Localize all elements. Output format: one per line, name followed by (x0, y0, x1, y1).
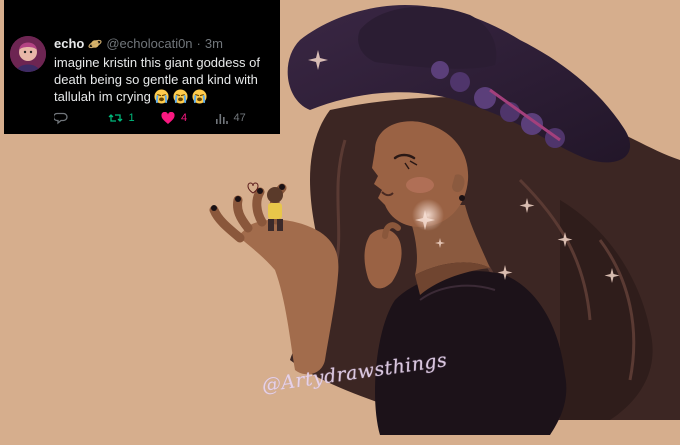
avatar[interactable] (10, 36, 46, 72)
tweet-card[interactable]: echo @echolocati0n · 3m imagine kristin … (4, 0, 280, 134)
separator: · (196, 36, 201, 51)
tweet-body: echo @echolocati0n · 3m imagine kristin … (54, 36, 276, 105)
tweet-actions: 1 4 47 (54, 111, 268, 125)
loudly-crying-face-icon (192, 89, 207, 104)
emoji-row (154, 89, 207, 104)
reply-button[interactable] (54, 111, 108, 125)
loudly-crying-face-icon (154, 89, 169, 104)
views-count: 47 (233, 112, 246, 124)
tweet-text: imagine kristin this giant goddess of de… (54, 54, 276, 105)
retweet-button[interactable]: 1 (108, 111, 162, 125)
views-chart-icon (215, 113, 228, 124)
display-name[interactable]: echo (54, 36, 84, 52)
loudly-crying-face-icon (173, 89, 188, 104)
views-button[interactable]: 47 (215, 112, 269, 125)
retweet-icon (108, 114, 122, 122)
previous-tweet-actions (44, 0, 260, 2)
tweet-header: echo @echolocati0n · 3m (54, 36, 276, 52)
heart-icon (161, 111, 175, 124)
avatar-image (10, 36, 46, 72)
screenshot-canvas: echo @echolocati0n · 3m imagine kristin … (0, 0, 680, 445)
like-button[interactable]: 4 (161, 111, 215, 125)
like-count: 4 (181, 112, 188, 124)
handle[interactable]: @echolocati0n (106, 36, 192, 52)
retweet-count: 1 (128, 112, 135, 124)
timestamp[interactable]: 3m (205, 36, 223, 52)
ringed-planet-icon (88, 39, 102, 49)
reply-icon (54, 112, 68, 125)
